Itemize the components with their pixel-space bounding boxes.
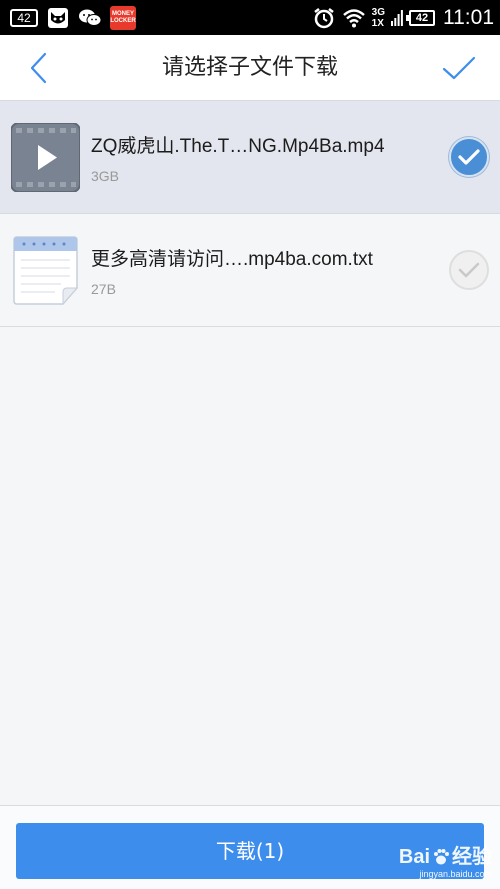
alarm-icon <box>312 6 336 30</box>
file-row-video[interactable]: ZQ威虎山.The.T…NG.Mp4Ba.mp4 3GB <box>0 101 500 214</box>
clock: 11:01 <box>443 6 494 29</box>
money-locker-label: MONEY LOCKER <box>110 10 136 24</box>
signal-icon <box>391 6 403 30</box>
file-select-checkbox[interactable] <box>449 250 489 290</box>
file-select-checkbox[interactable] <box>449 137 489 177</box>
text-file-icon <box>11 236 80 306</box>
checkmark-icon <box>442 56 476 80</box>
wechat-icon <box>78 6 102 30</box>
battery-icon: 42 <box>406 10 435 26</box>
file-row-text[interactable]: 更多高清请访问….mp4ba.com.txt 27B <box>0 214 500 327</box>
system-indicators: 3G 1X 42 11:01 <box>312 3 494 33</box>
check-icon <box>458 149 480 165</box>
watermark-url: jingyan.baidu.com <box>419 869 492 879</box>
confirm-button[interactable] <box>436 47 482 89</box>
notification-icons: 42 MONEY LOCKER <box>10 5 136 30</box>
money-locker-icon: MONEY LOCKER <box>110 5 136 30</box>
file-size: 3GB <box>91 168 120 184</box>
page-title: 请选择子文件下载 <box>161 55 338 80</box>
video-file-icon <box>10 122 81 193</box>
baidu-jingyan-watermark: Bai 经验 jingyan.baidu.com <box>399 845 492 885</box>
check-icon <box>458 262 480 278</box>
wifi-icon <box>342 6 366 30</box>
cat-app-icon <box>46 6 70 30</box>
watermark-brand-text: Bai <box>398 846 430 868</box>
notification-count-badge: 42 <box>10 8 38 27</box>
network-top-label: 3G <box>371 7 385 18</box>
header-bar: 请选择子文件下载 <box>0 35 500 101</box>
back-button[interactable] <box>18 47 58 89</box>
watermark-suffix-text: 经验 <box>452 846 492 868</box>
file-name: ZQ威虎山.The.T…NG.Mp4Ba.mp4 <box>91 136 385 157</box>
status-bar: 42 MONEY LOCKER 3G 1X 42 11:01 <box>0 0 500 35</box>
network-type-indicator: 3G 1X <box>372 7 385 29</box>
file-list: ZQ威虎山.The.T…NG.Mp4Ba.mp4 3GB 更多高清请访问….mp… <box>0 101 500 327</box>
network-bottom-label: 1X <box>371 18 384 29</box>
file-size: 27B <box>91 281 116 297</box>
file-name: 更多高清请访问….mp4ba.com.txt <box>91 249 373 270</box>
chevron-left-icon <box>30 52 47 84</box>
paw-icon <box>434 849 449 865</box>
watermark-brand: Bai 经验 <box>399 845 492 869</box>
